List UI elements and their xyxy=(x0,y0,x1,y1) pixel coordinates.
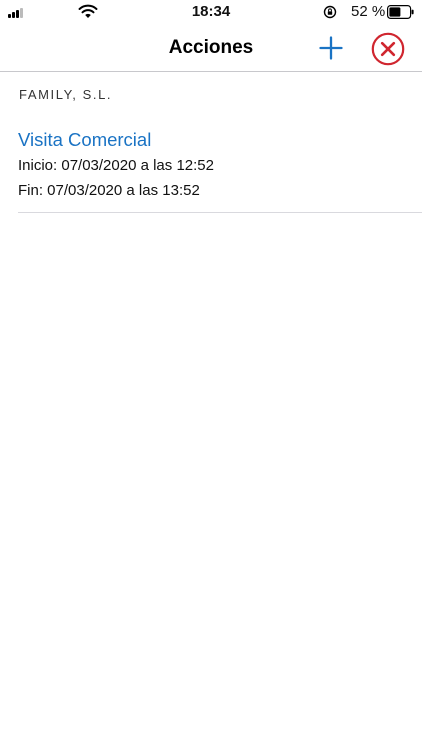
status-bar: 18:34 52 % xyxy=(0,0,422,24)
action-end: Fin: 07/03/2020 a las 13:52 xyxy=(18,182,200,199)
add-button[interactable] xyxy=(319,36,343,60)
page-title: Acciones xyxy=(168,37,254,58)
list-item[interactable]: Visita Comercial Inicio: 07/03/2020 a la… xyxy=(0,120,422,213)
action-start: Inicio: 07/03/2020 a las 12:52 xyxy=(18,157,214,174)
plus-icon xyxy=(319,36,343,60)
navigation-bar: Acciones xyxy=(0,24,422,72)
battery-percentage: 52 % xyxy=(351,3,386,20)
close-circle-icon xyxy=(371,32,405,66)
close-button[interactable] xyxy=(371,32,405,66)
orientation-lock-icon xyxy=(323,5,337,19)
action-title[interactable]: Visita Comercial xyxy=(18,129,151,151)
section-header: FAMILY, S.L. xyxy=(19,87,113,102)
nav-divider xyxy=(0,71,422,72)
screen: 18:34 52 % Acciones FAMILY, S.L. Visita … xyxy=(0,0,422,750)
list-divider xyxy=(18,212,422,213)
battery-icon xyxy=(387,5,414,19)
